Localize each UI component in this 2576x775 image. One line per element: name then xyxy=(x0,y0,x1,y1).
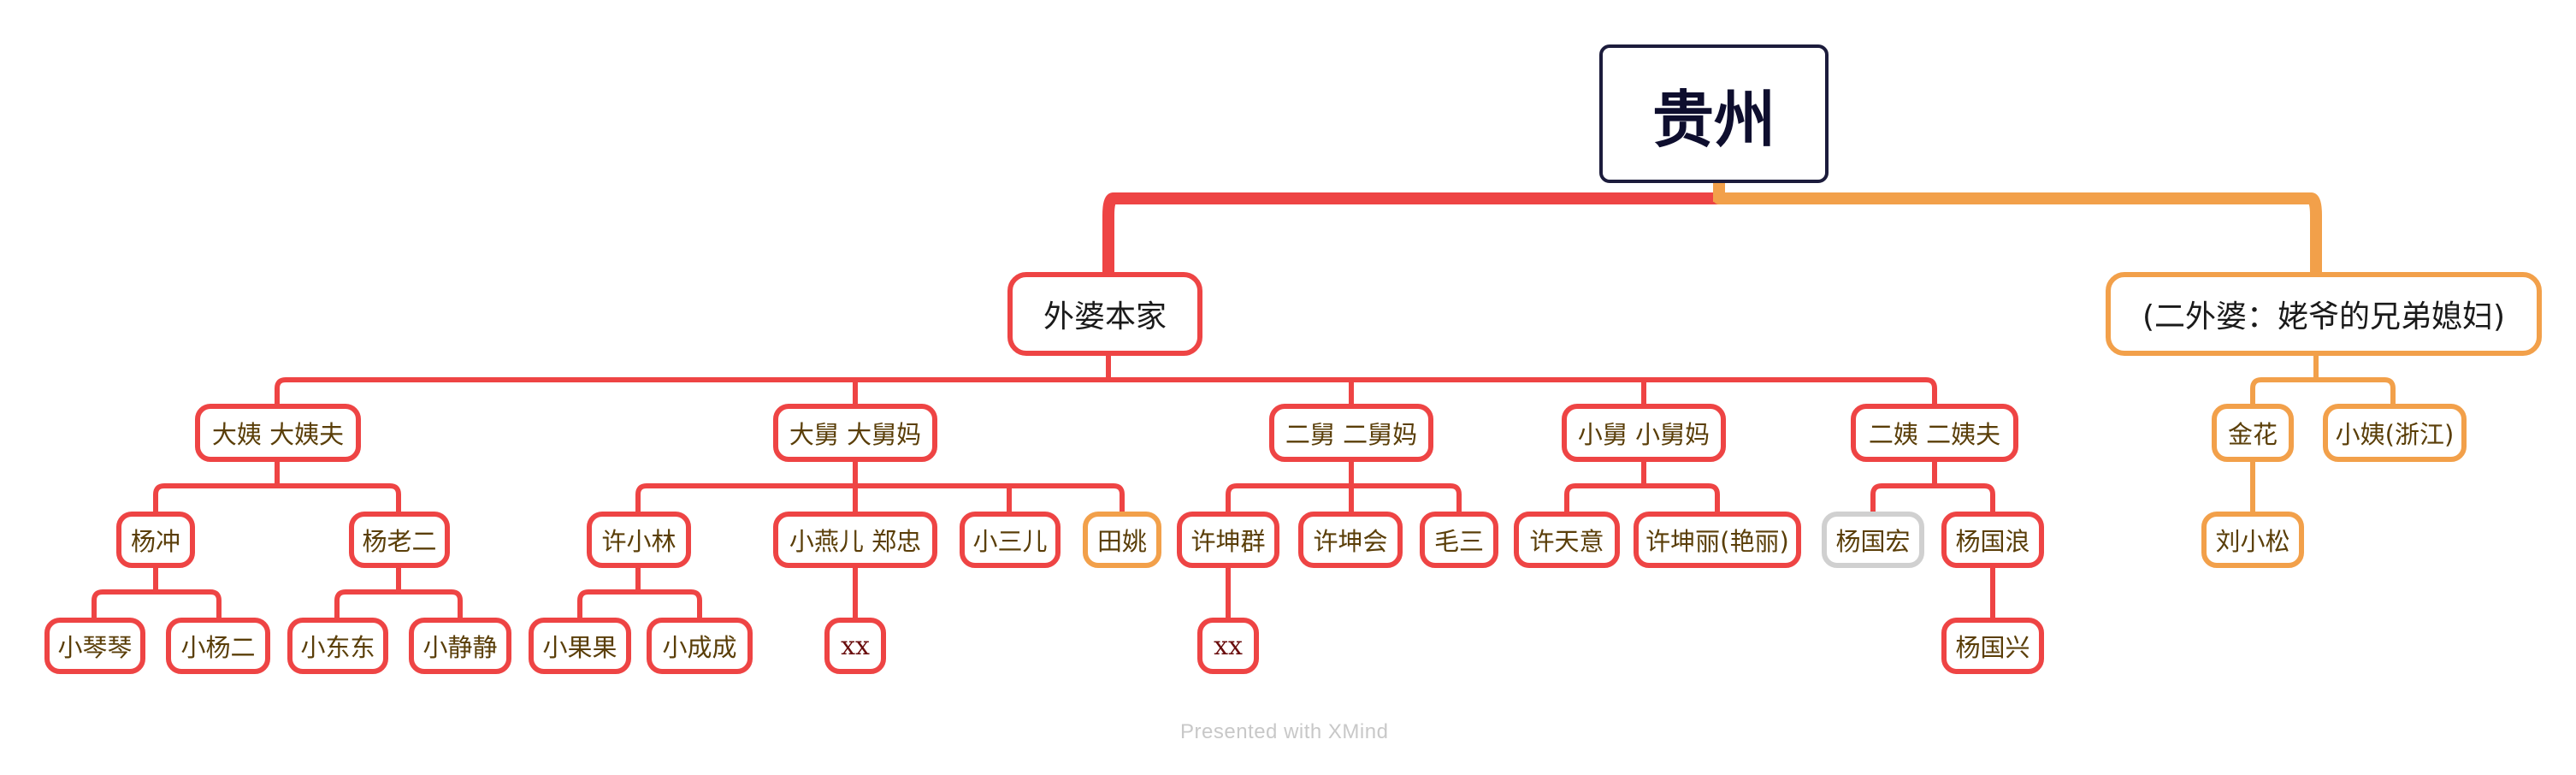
topic-dajiu[interactable]: 大舅 大舅妈 xyxy=(773,404,937,462)
topic-liuxiaosong[interactable]: 刘小松 xyxy=(2201,512,2304,568)
topic-yangguolang[interactable]: 杨国浪 xyxy=(1941,512,2044,568)
topic-yangguohong[interactable]: 杨国宏 xyxy=(1822,512,1924,568)
topic-xx-1[interactable]: xx xyxy=(824,618,886,674)
topic-yangguoxing[interactable]: 杨国兴 xyxy=(1941,618,2044,674)
topic-xiaosaner[interactable]: 小三儿 xyxy=(960,512,1061,568)
footer-watermark: Presented with XMind xyxy=(1180,720,1389,743)
topic-waipo-family[interactable]: 外婆本家 xyxy=(1007,272,1202,356)
topic-er-waipo[interactable]: (二外婆：姥爷的兄弟媳妇) xyxy=(2106,272,2542,356)
topic-xiaoyanger[interactable]: 小杨二 xyxy=(166,618,270,674)
topic-xutianyi[interactable]: 许天意 xyxy=(1514,512,1620,568)
topic-xiaochengcheng[interactable]: 小成成 xyxy=(647,618,753,674)
topic-erjiu[interactable]: 二舅 二舅妈 xyxy=(1269,404,1433,462)
topic-dayi[interactable]: 大姨 大姨夫 xyxy=(195,404,361,462)
topic-xiaojiu[interactable]: 小舅 小舅妈 xyxy=(1562,404,1726,462)
branch-link-er-waipo xyxy=(1713,192,2322,278)
topic-maosan[interactable]: 毛三 xyxy=(1420,512,1498,568)
topic-xukunhui[interactable]: 许坤会 xyxy=(1298,512,1403,568)
topic-xuxiaolin[interactable]: 许小林 xyxy=(587,512,691,568)
branch-link-waipo xyxy=(1102,192,1725,278)
topic-jinhua[interactable]: 金花 xyxy=(2212,404,2294,462)
topic-xiaoyi-zhejiang[interactable]: 小姨(浙江) xyxy=(2323,404,2467,462)
topic-yanglaoer[interactable]: 杨老二 xyxy=(349,512,450,568)
topic-tianyao[interactable]: 田姚 xyxy=(1083,512,1161,568)
topic-xiaoyaner-zhengzhong[interactable]: 小燕儿 郑忠 xyxy=(773,512,937,568)
topic-xiaoguoguo[interactable]: 小果果 xyxy=(529,618,631,674)
topic-yangchong[interactable]: 杨冲 xyxy=(116,512,195,568)
topic-xx-2[interactable]: xx xyxy=(1197,618,1259,674)
topic-eryi[interactable]: 二姨 二姨夫 xyxy=(1851,404,2018,462)
topic-xiaodongdong[interactable]: 小东东 xyxy=(287,618,388,674)
topic-xukunqun[interactable]: 许坤群 xyxy=(1177,512,1279,568)
root-topic[interactable]: 贵州 xyxy=(1599,44,1829,183)
topic-xukunli[interactable]: 许坤丽(艳丽) xyxy=(1634,512,1801,568)
topic-xiaojingjing[interactable]: 小静静 xyxy=(409,618,511,674)
topic-xiaoqinqin[interactable]: 小琴琴 xyxy=(44,618,145,674)
